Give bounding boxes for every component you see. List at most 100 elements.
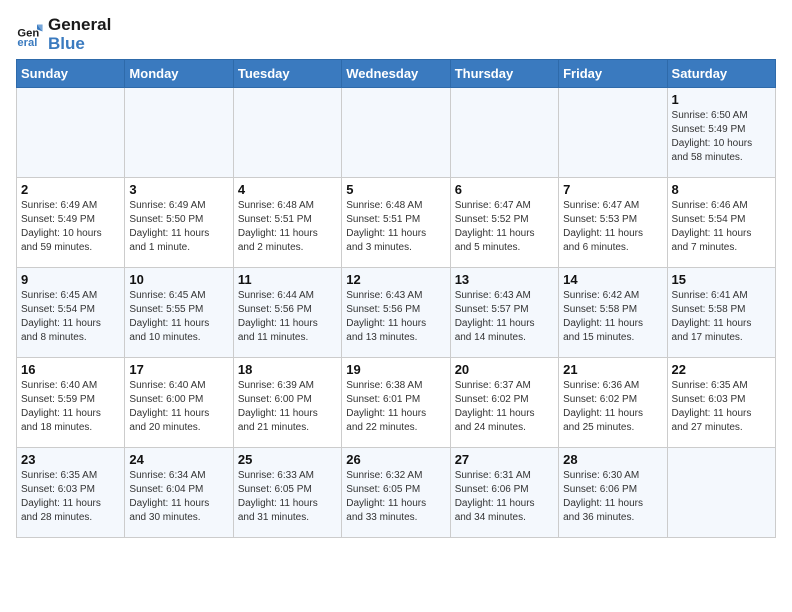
day-info: Sunrise: 6:35 AM Sunset: 6:03 PM Dayligh… xyxy=(21,469,120,525)
day-number: 17 xyxy=(129,362,228,377)
day-info: Sunrise: 6:50 AM Sunset: 5:49 PM Dayligh… xyxy=(672,109,771,165)
day-info: Sunrise: 6:34 AM Sunset: 6:04 PM Dayligh… xyxy=(129,469,228,525)
header-day-wednesday: Wednesday xyxy=(342,60,450,88)
header-row: SundayMondayTuesdayWednesdayThursdayFrid… xyxy=(17,60,776,88)
day-number: 10 xyxy=(129,272,228,287)
day-number: 9 xyxy=(21,272,120,287)
day-info: Sunrise: 6:46 AM Sunset: 5:54 PM Dayligh… xyxy=(672,199,771,255)
day-number: 26 xyxy=(346,452,445,467)
day-number: 27 xyxy=(455,452,554,467)
header: Gen eral General Blue xyxy=(16,16,776,53)
week-row-5: 23 Sunrise: 6:35 AM Sunset: 6:03 PM Dayli… xyxy=(17,448,776,538)
day-info: Sunrise: 6:40 AM Sunset: 6:00 PM Dayligh… xyxy=(129,379,228,435)
header-day-sunday: Sunday xyxy=(17,60,125,88)
day-cell: 23 Sunrise: 6:35 AM Sunset: 6:03 PM Dayli… xyxy=(17,448,125,538)
header-day-tuesday: Tuesday xyxy=(233,60,341,88)
day-cell: 27 Sunrise: 6:31 AM Sunset: 6:06 PM Dayli… xyxy=(450,448,558,538)
header-day-saturday: Saturday xyxy=(667,60,775,88)
day-cell: 24 Sunrise: 6:34 AM Sunset: 6:04 PM Dayli… xyxy=(125,448,233,538)
day-number: 1 xyxy=(672,92,771,107)
week-row-4: 16 Sunrise: 6:40 AM Sunset: 5:59 PM Dayli… xyxy=(17,358,776,448)
day-number: 2 xyxy=(21,182,120,197)
day-cell: 26 Sunrise: 6:32 AM Sunset: 6:05 PM Dayli… xyxy=(342,448,450,538)
day-info: Sunrise: 6:49 AM Sunset: 5:49 PM Dayligh… xyxy=(21,199,120,255)
day-cell xyxy=(450,88,558,178)
day-info: Sunrise: 6:45 AM Sunset: 5:55 PM Dayligh… xyxy=(129,289,228,345)
day-info: Sunrise: 6:38 AM Sunset: 6:01 PM Dayligh… xyxy=(346,379,445,435)
day-cell xyxy=(233,88,341,178)
day-cell: 8 Sunrise: 6:46 AM Sunset: 5:54 PM Daylig… xyxy=(667,178,775,268)
day-info: Sunrise: 6:47 AM Sunset: 5:53 PM Dayligh… xyxy=(563,199,662,255)
day-number: 8 xyxy=(672,182,771,197)
day-cell: 10 Sunrise: 6:45 AM Sunset: 5:55 PM Dayli… xyxy=(125,268,233,358)
day-number: 14 xyxy=(563,272,662,287)
day-cell: 25Sunrise: 6:33 AM Sunset: 6:05 PM Dayli… xyxy=(233,448,341,538)
header-day-thursday: Thursday xyxy=(450,60,558,88)
day-info: Sunrise: 6:47 AM Sunset: 5:52 PM Dayligh… xyxy=(455,199,554,255)
day-cell: 21 Sunrise: 6:36 AM Sunset: 6:02 PM Dayli… xyxy=(559,358,667,448)
week-row-2: 2 Sunrise: 6:49 AM Sunset: 5:49 PM Daylig… xyxy=(17,178,776,268)
day-info: Sunrise: 6:35 AM Sunset: 6:03 PM Dayligh… xyxy=(672,379,771,435)
day-cell: 20 Sunrise: 6:37 AM Sunset: 6:02 PM Dayli… xyxy=(450,358,558,448)
week-row-3: 9 Sunrise: 6:45 AM Sunset: 5:54 PM Daylig… xyxy=(17,268,776,358)
logo-blue: Blue xyxy=(48,35,111,54)
day-cell xyxy=(125,88,233,178)
day-cell: 28Sunrise: 6:30 AM Sunset: 6:06 PM Dayli… xyxy=(559,448,667,538)
day-cell: 19 Sunrise: 6:38 AM Sunset: 6:01 PM Dayli… xyxy=(342,358,450,448)
header-day-monday: Monday xyxy=(125,60,233,88)
day-cell xyxy=(17,88,125,178)
day-number: 20 xyxy=(455,362,554,377)
logo-general: General xyxy=(48,16,111,35)
day-cell: 18Sunrise: 6:39 AM Sunset: 6:00 PM Dayli… xyxy=(233,358,341,448)
day-cell: 11 Sunrise: 6:44 AM Sunset: 5:56 PM Dayli… xyxy=(233,268,341,358)
day-cell: 1 Sunrise: 6:50 AM Sunset: 5:49 PM Daylig… xyxy=(667,88,775,178)
day-info: Sunrise: 6:31 AM Sunset: 6:06 PM Dayligh… xyxy=(455,469,554,525)
day-number: 19 xyxy=(346,362,445,377)
day-number: 5 xyxy=(346,182,445,197)
logo: Gen eral General Blue xyxy=(16,16,111,53)
day-info: Sunrise: 6:42 AM Sunset: 5:58 PM Dayligh… xyxy=(563,289,662,345)
header-day-friday: Friday xyxy=(559,60,667,88)
day-info: Sunrise: 6:41 AM Sunset: 5:58 PM Dayligh… xyxy=(672,289,771,345)
day-cell: 16 Sunrise: 6:40 AM Sunset: 5:59 PM Dayli… xyxy=(17,358,125,448)
day-cell: 3 Sunrise: 6:49 AM Sunset: 5:50 PM Daylig… xyxy=(125,178,233,268)
day-cell xyxy=(342,88,450,178)
day-cell: 7 Sunrise: 6:47 AM Sunset: 5:53 PM Daylig… xyxy=(559,178,667,268)
logo-icon: Gen eral xyxy=(16,21,44,49)
day-number: 3 xyxy=(129,182,228,197)
day-cell: 15 Sunrise: 6:41 AM Sunset: 5:58 PM Dayli… xyxy=(667,268,775,358)
day-number: 18 xyxy=(238,362,337,377)
day-number: 15 xyxy=(672,272,771,287)
day-number: 7 xyxy=(563,182,662,197)
day-number: 24 xyxy=(129,452,228,467)
day-info: Sunrise: 6:44 AM Sunset: 5:56 PM Dayligh… xyxy=(238,289,337,345)
day-info: Sunrise: 6:30 AM Sunset: 6:06 PM Dayligh… xyxy=(563,469,662,525)
day-number: 16 xyxy=(21,362,120,377)
day-info: Sunrise: 6:43 AM Sunset: 5:56 PM Dayligh… xyxy=(346,289,445,345)
day-number: 22 xyxy=(672,362,771,377)
day-cell: 6Sunrise: 6:47 AM Sunset: 5:52 PM Daylig… xyxy=(450,178,558,268)
day-info: Sunrise: 6:40 AM Sunset: 5:59 PM Dayligh… xyxy=(21,379,120,435)
day-number: 12 xyxy=(346,272,445,287)
day-cell xyxy=(559,88,667,178)
day-cell: 14 Sunrise: 6:42 AM Sunset: 5:58 PM Dayli… xyxy=(559,268,667,358)
day-number: 21 xyxy=(563,362,662,377)
day-number: 23 xyxy=(21,452,120,467)
day-info: Sunrise: 6:48 AM Sunset: 5:51 PM Dayligh… xyxy=(238,199,337,255)
day-cell: 2 Sunrise: 6:49 AM Sunset: 5:49 PM Daylig… xyxy=(17,178,125,268)
day-info: Sunrise: 6:45 AM Sunset: 5:54 PM Dayligh… xyxy=(21,289,120,345)
day-cell: 22 Sunrise: 6:35 AM Sunset: 6:03 PM Dayli… xyxy=(667,358,775,448)
day-info: Sunrise: 6:36 AM Sunset: 6:02 PM Dayligh… xyxy=(563,379,662,435)
day-info: Sunrise: 6:49 AM Sunset: 5:50 PM Dayligh… xyxy=(129,199,228,255)
day-info: Sunrise: 6:37 AM Sunset: 6:02 PM Dayligh… xyxy=(455,379,554,435)
day-number: 4 xyxy=(238,182,337,197)
day-cell: 12 Sunrise: 6:43 AM Sunset: 5:56 PM Dayli… xyxy=(342,268,450,358)
day-cell xyxy=(667,448,775,538)
day-cell: 5Sunrise: 6:48 AM Sunset: 5:51 PM Daylig… xyxy=(342,178,450,268)
svg-text:eral: eral xyxy=(17,37,37,49)
day-cell: 17 Sunrise: 6:40 AM Sunset: 6:00 PM Dayli… xyxy=(125,358,233,448)
day-number: 11 xyxy=(238,272,337,287)
day-info: Sunrise: 6:32 AM Sunset: 6:05 PM Dayligh… xyxy=(346,469,445,525)
calendar-table: SundayMondayTuesdayWednesdayThursdayFrid… xyxy=(16,59,776,538)
day-cell: 13Sunrise: 6:43 AM Sunset: 5:57 PM Dayli… xyxy=(450,268,558,358)
